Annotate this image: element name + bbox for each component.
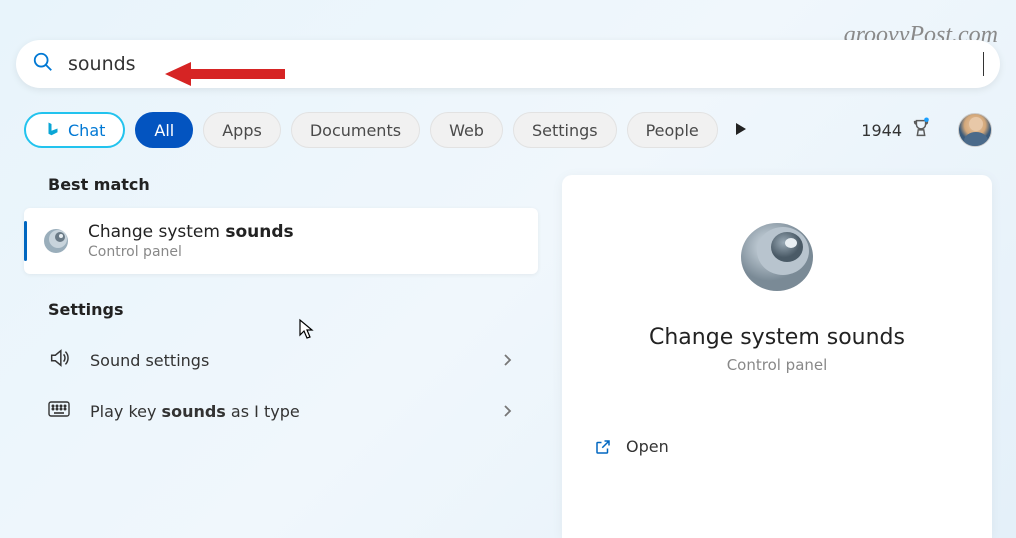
preview-title: Change system sounds xyxy=(649,325,905,350)
tab-documents[interactable]: Documents xyxy=(291,112,420,148)
open-icon xyxy=(594,438,612,456)
open-action[interactable]: Open xyxy=(586,418,968,456)
tab-settings[interactable]: Settings xyxy=(513,112,617,148)
settings-item-label: Sound settings xyxy=(90,351,209,370)
content-area: Best match Change system sounds Control … xyxy=(0,175,1016,538)
speaker-icon xyxy=(40,225,72,257)
preview-pane: Change system sounds Control panel Open xyxy=(562,175,992,538)
trophy-icon xyxy=(910,117,932,143)
chevron-right-icon xyxy=(502,402,514,421)
best-match-result[interactable]: Change system sounds Control panel xyxy=(24,208,538,274)
result-title: Change system sounds xyxy=(88,222,294,242)
tab-web[interactable]: Web xyxy=(430,112,503,148)
points-value: 1944 xyxy=(861,121,902,140)
results-pane: Best match Change system sounds Control … xyxy=(24,175,538,538)
chat-button[interactable]: Chat xyxy=(24,112,125,148)
settings-item-keysounds[interactable]: Play key sounds as I type xyxy=(24,387,538,435)
tab-all[interactable]: All xyxy=(135,112,193,148)
annotation-arrow xyxy=(165,60,285,92)
rewards-points[interactable]: 1944 xyxy=(861,117,932,143)
filter-row: Chat All Apps Documents Web Settings Peo… xyxy=(24,110,992,150)
speaker-icon-large xyxy=(731,209,823,305)
settings-heading: Settings xyxy=(48,300,538,319)
keyboard-icon xyxy=(48,401,70,421)
search-bar[interactable]: sounds xyxy=(16,40,1000,88)
open-label: Open xyxy=(626,437,669,456)
tab-apps[interactable]: Apps xyxy=(203,112,281,148)
preview-subtitle: Control panel xyxy=(727,356,828,374)
chevron-right-icon xyxy=(502,351,514,370)
more-tabs-icon[interactable] xyxy=(734,121,748,140)
cursor-icon xyxy=(298,318,316,344)
chat-label: Chat xyxy=(68,121,105,140)
best-match-heading: Best match xyxy=(48,175,538,194)
user-avatar[interactable] xyxy=(958,113,992,147)
result-subtitle: Control panel xyxy=(88,244,294,260)
settings-item-sound[interactable]: Sound settings xyxy=(24,333,538,387)
tab-people[interactable]: People xyxy=(627,112,718,148)
search-icon xyxy=(32,51,54,77)
settings-item-label: Play key sounds as I type xyxy=(90,402,300,421)
text-caret xyxy=(983,52,984,76)
volume-icon xyxy=(48,347,70,373)
bing-icon xyxy=(44,121,62,139)
